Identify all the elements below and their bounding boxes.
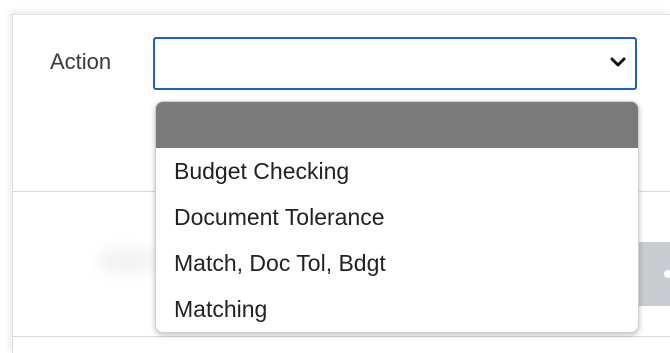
dropdown-option-document-tolerance[interactable]: Document Tolerance [156,194,638,240]
dropdown-option-matching[interactable]: Matching [156,286,638,332]
partially-hidden-button-icon [664,270,670,278]
action-dropdown-list: Budget Checking Document Tolerance Match… [155,101,639,333]
dropdown-option-match-doc-tol-bdgt[interactable]: Match, Doc Tol, Bdgt [156,240,638,286]
dropdown-option-budget-checking[interactable]: Budget Checking [156,148,638,194]
background-artifact [98,248,156,274]
dropdown-option-blank[interactable] [156,102,638,148]
chevron-down-icon[interactable] [609,53,627,71]
action-select[interactable] [153,37,637,90]
section-divider [12,336,670,337]
action-label: Action [50,49,112,74]
